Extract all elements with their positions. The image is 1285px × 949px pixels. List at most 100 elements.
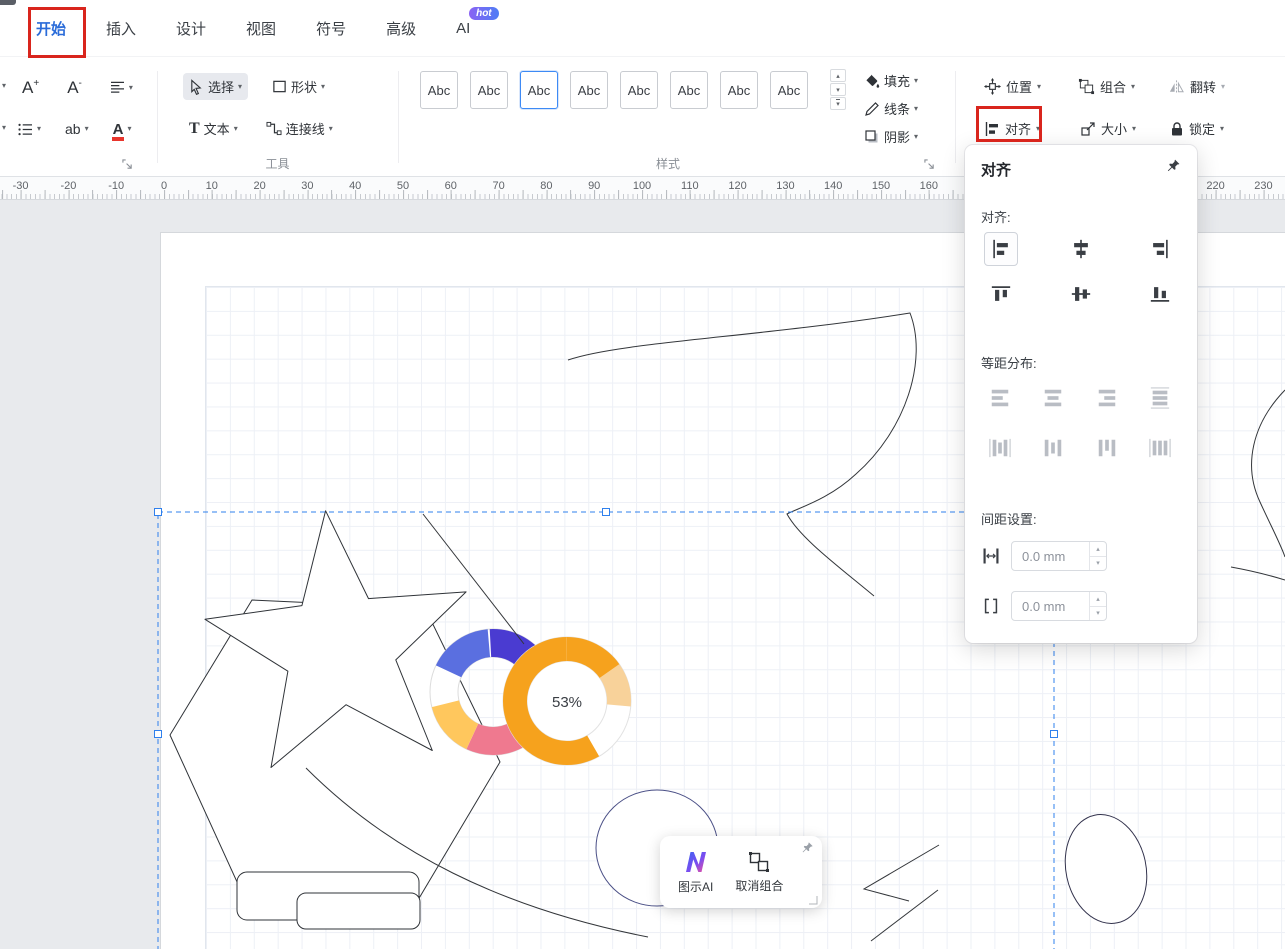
align-dropdown[interactable]: 对齐 ▾ <box>984 119 1040 138</box>
distribute-vertical-equal-button[interactable] <box>1144 382 1176 414</box>
distribute-vertical-center-button[interactable] <box>1037 382 1069 414</box>
align-bottom-button[interactable] <box>1143 277 1177 311</box>
gallery-scroll-down-button[interactable]: ▾ <box>830 83 846 96</box>
styles-dialog-launcher[interactable] <box>924 159 935 170</box>
distribute-horizontal-equal-button[interactable] <box>1144 432 1176 464</box>
distribute-row-1 <box>984 382 1176 414</box>
size-label: 大小 <box>1101 119 1127 138</box>
dialog-launcher-icon <box>924 159 935 170</box>
caret-down-icon: ▾ <box>914 77 918 85</box>
distribute-horizontal-left-button[interactable] <box>984 432 1016 464</box>
context-toolbar: 图示AI 取消组合 <box>660 836 822 908</box>
text-align-dropdown[interactable]: ▾ <box>104 77 139 98</box>
tab-view[interactable]: 视图 <box>246 18 276 39</box>
size-dropdown[interactable]: 大小 ▾ <box>1080 119 1136 138</box>
strikethrough-dropdown[interactable]: ab ▾ <box>59 117 95 141</box>
spacing-input-2[interactable]: 0.0 mm ▴ ▾ <box>1011 591 1107 621</box>
caret-down-icon: ▾ <box>914 133 918 141</box>
toolbar-pin-button[interactable] <box>801 841 814 854</box>
style-item[interactable]: Abc <box>470 71 508 109</box>
align-bottom-icon <box>1149 283 1171 305</box>
stepper-up-button[interactable]: ▴ <box>1090 542 1106 557</box>
caret-down-icon: ▾ <box>1221 83 1225 91</box>
toolbar-resize-handle[interactable] <box>808 895 818 905</box>
style-item[interactable]: Abc <box>670 71 708 109</box>
shadow-dropdown[interactable]: 阴影 ▾ <box>858 123 924 150</box>
fill-label: 填充 <box>884 71 910 90</box>
style-item[interactable]: Abc <box>520 71 558 109</box>
shape-tool-button[interactable]: 形状 ▾ <box>266 73 331 100</box>
align-middle-v-icon <box>1070 283 1092 305</box>
style-item[interactable]: Abc <box>620 71 658 109</box>
lock-dropdown[interactable]: 锁定 ▾ <box>1170 119 1224 138</box>
font-color-dropdown[interactable]: A ▾ <box>107 118 138 141</box>
style-item[interactable]: Abc <box>770 71 808 109</box>
position-label: 位置 <box>1006 77 1032 96</box>
spacing-input-1[interactable]: 0.0 mm ▴ ▾ <box>1011 541 1107 571</box>
stepper-down-button[interactable]: ▾ <box>1090 607 1106 621</box>
group-dropdown[interactable]: 组合 ▾ <box>1078 77 1135 96</box>
line-dropdown[interactable]: 线条 ▾ <box>858 95 924 122</box>
gallery-more-button[interactable]: ▾ <box>830 97 846 110</box>
style-item[interactable]: Abc <box>420 71 458 109</box>
text-align-icon <box>110 81 125 94</box>
align-left-button[interactable] <box>984 232 1018 266</box>
ungroup-button[interactable]: 取消组合 <box>735 850 783 894</box>
connector-tool-button[interactable]: 连接线 ▾ <box>260 115 339 142</box>
tab-symbol[interactable]: 符号 <box>316 18 346 39</box>
distribute-vertical-top-button[interactable] <box>984 382 1016 414</box>
distribute-icon <box>1096 437 1118 459</box>
text-tool-button[interactable]: T 文本 ▾ <box>183 115 244 142</box>
spacing-bracket-icon <box>981 596 1001 616</box>
align-right-button[interactable] <box>1143 232 1177 266</box>
font-increase-button[interactable]: A+ <box>16 75 45 100</box>
ruler-tick-label: 140 <box>824 180 842 192</box>
font-increase-label: A <box>22 79 33 96</box>
select-tool-button[interactable]: 选择 ▾ <box>183 73 248 100</box>
spacing-horizontal-icon <box>981 546 1001 566</box>
distribute-vertical-bottom-button[interactable] <box>1091 382 1123 414</box>
flip-dropdown[interactable]: 翻转 ▾ <box>1168 77 1225 96</box>
ai-diagram-button[interactable]: 图示AI <box>678 849 713 895</box>
tab-ai[interactable]: AI hot <box>456 20 470 37</box>
list-dropdown[interactable]: ▾ <box>12 119 47 140</box>
style-item[interactable]: Abc <box>570 71 608 109</box>
font-decrease-button[interactable]: A- <box>61 75 88 100</box>
tab-insert[interactable]: 插入 <box>106 18 136 39</box>
distribute-horizontal-right-button[interactable] <box>1091 432 1123 464</box>
font-dialog-launcher[interactable] <box>122 159 133 170</box>
divider <box>398 71 399 163</box>
style-item[interactable]: Abc <box>720 71 758 109</box>
spacing-row-2: 0.0 mm ▴ ▾ <box>981 591 1107 621</box>
caret-down-icon: ▾ <box>1036 125 1040 133</box>
panel-pin-button[interactable] <box>1166 158 1181 173</box>
ruler-tick-label: 100 <box>633 180 651 192</box>
ruler-tick-label: 80 <box>540 180 552 192</box>
tab-home[interactable]: 开始 <box>36 18 66 39</box>
stepper-up-button[interactable]: ▴ <box>1090 592 1106 607</box>
ruler-tick-label: 230 <box>1254 180 1272 192</box>
align-middle-vertical-button[interactable] <box>1064 277 1098 311</box>
caret-down-icon: ▾ <box>37 125 41 133</box>
ruler-tick-label: 130 <box>776 180 794 192</box>
tab-advanced[interactable]: 高级 <box>386 18 416 39</box>
shadow-label: 阴影 <box>884 127 910 146</box>
tab-design[interactable]: 设计 <box>176 18 206 39</box>
size-icon <box>1080 121 1096 137</box>
spacing-section-label: 间距设置: <box>981 509 1037 528</box>
connector-icon <box>266 121 282 136</box>
text-icon: T <box>189 121 200 137</box>
align-top-button[interactable] <box>984 277 1018 311</box>
gallery-scroll-up-button[interactable]: ▴ <box>830 69 846 82</box>
ruler-tick-label: 120 <box>728 180 746 192</box>
ruler-tick-label: 90 <box>588 180 600 192</box>
position-dropdown[interactable]: 位置 ▾ <box>984 77 1041 96</box>
fill-dropdown[interactable]: 填充 ▾ <box>858 67 924 94</box>
divider <box>157 71 158 163</box>
align-panel: 对齐 对齐: 等距分布: <box>965 145 1197 643</box>
distribute-horizontal-center-button[interactable] <box>1037 432 1069 464</box>
tools-section-label: 工具 <box>165 155 390 172</box>
align-center-horizontal-button[interactable] <box>1064 232 1098 266</box>
stepper-down-button[interactable]: ▾ <box>1090 557 1106 571</box>
line-icon <box>864 101 880 117</box>
